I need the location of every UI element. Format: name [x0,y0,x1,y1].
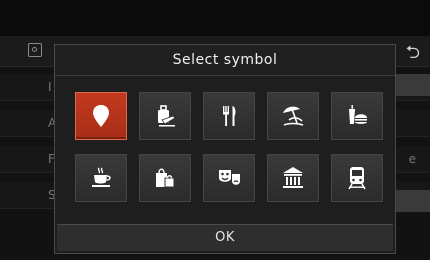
list-item-value: e [408,152,416,166]
location-pin-icon [93,105,109,127]
symbol-theater[interactable] [203,154,255,202]
symbol-grid [75,92,385,216]
fast-food-icon [349,105,367,124]
beach-umbrella-icon [283,106,304,126]
status-bar [0,0,430,36]
coffee-cup-icon [92,167,111,187]
symbol-location-pin[interactable] [75,92,127,140]
symbol-museum[interactable] [267,154,319,202]
list-item-highlight [395,190,430,212]
symbol-beach[interactable] [267,92,319,140]
symbol-coffee[interactable] [75,154,127,202]
list-item-highlight [395,74,430,96]
theater-masks-icon [219,170,240,185]
symbol-train[interactable] [331,154,383,202]
map-settings-icon [28,43,42,57]
symbol-restaurant[interactable] [203,92,255,140]
luggage-icon [158,105,176,127]
symbol-luggage[interactable] [139,92,191,140]
ok-button[interactable]: OK [57,224,393,251]
select-symbol-dialog: Select symbol OK [54,44,396,254]
symbol-fast-food[interactable] [331,92,383,140]
symbol-shopping[interactable] [139,154,191,202]
dialog-title: Select symbol [55,45,395,76]
museum-icon [283,167,303,188]
train-icon [348,167,366,190]
shopping-bags-icon [156,168,175,188]
list-item-label: I [48,80,52,94]
fork-knife-icon [223,106,236,126]
